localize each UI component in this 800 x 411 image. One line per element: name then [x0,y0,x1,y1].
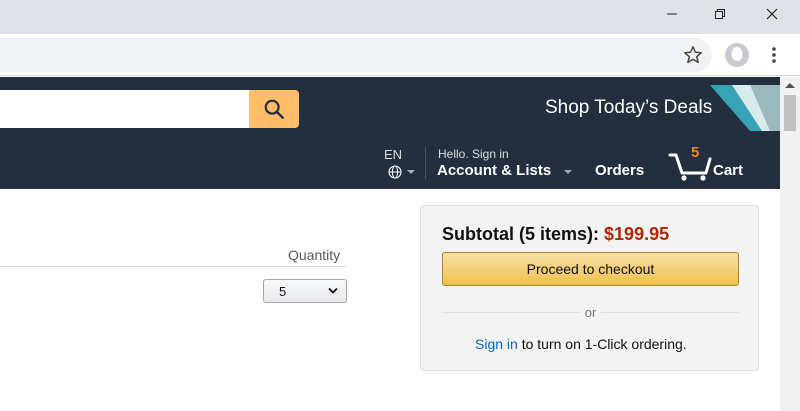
close-icon[interactable] [749,0,795,28]
deals-banner-graphic [710,85,780,131]
account-greeting[interactable]: Hello. Sign in [438,147,509,161]
column-divider [0,266,347,267]
browser-toolbar [0,34,800,76]
browser-title-bar [0,0,800,34]
bookmark-star-icon[interactable] [682,44,704,66]
subtotal-summary: Subtotal (5 items): $199.95 [442,224,669,245]
page-scrollbar[interactable] [780,77,800,411]
divider-left [442,312,580,313]
restore-icon[interactable] [697,0,743,28]
site-header: Shop Today’s Deals [0,77,780,135]
nav-divider [425,147,426,179]
magnifier-icon [264,99,284,119]
one-click-text: to turn on 1-Click ordering. [517,336,687,352]
subtotal-price: $199.95 [604,224,670,244]
or-separator: or [584,305,597,320]
globe-icon[interactable] [388,165,402,179]
divider-right [601,312,739,313]
cart-link[interactable]: Cart [713,162,743,179]
search-button[interactable] [249,90,299,128]
chevron-down-icon [328,287,338,294]
address-bar[interactable] [0,38,712,72]
language-code[interactable]: EN [384,147,402,162]
menu-kebab-icon[interactable] [768,44,780,66]
scroll-up-arrow-icon[interactable] [785,83,795,88]
proceed-to-checkout-button[interactable]: Proceed to checkout [442,252,739,286]
subtotal-label: Subtotal (5 items): [442,224,600,244]
profile-avatar-icon[interactable] [725,43,749,67]
cart-icon[interactable] [668,147,712,181]
minimize-icon[interactable] [649,0,695,28]
cart-count-badge: 5 [691,144,700,161]
quantity-value: 5 [279,284,287,299]
one-click-message: Sign in to turn on 1-Click ordering. [475,336,687,352]
subtotal-panel: Subtotal (5 items): $199.95 Proceed to c… [420,205,759,371]
scrollbar-thumb[interactable] [784,95,796,131]
account-caret-icon [564,170,572,174]
account-lists-menu[interactable]: Account & Lists [437,162,551,179]
todays-deals-link[interactable]: Shop Today’s Deals [545,97,712,119]
sign-in-link[interactable]: Sign in [475,336,518,352]
language-caret-icon [407,170,415,174]
site-nav: EN Hello. Sign in Account & Lists Orders… [0,135,780,189]
orders-link[interactable]: Orders [595,162,644,179]
search-input[interactable] [0,90,250,128]
quantity-column-header: Quantity [288,247,341,263]
quantity-dropdown[interactable]: 5 [263,279,347,303]
